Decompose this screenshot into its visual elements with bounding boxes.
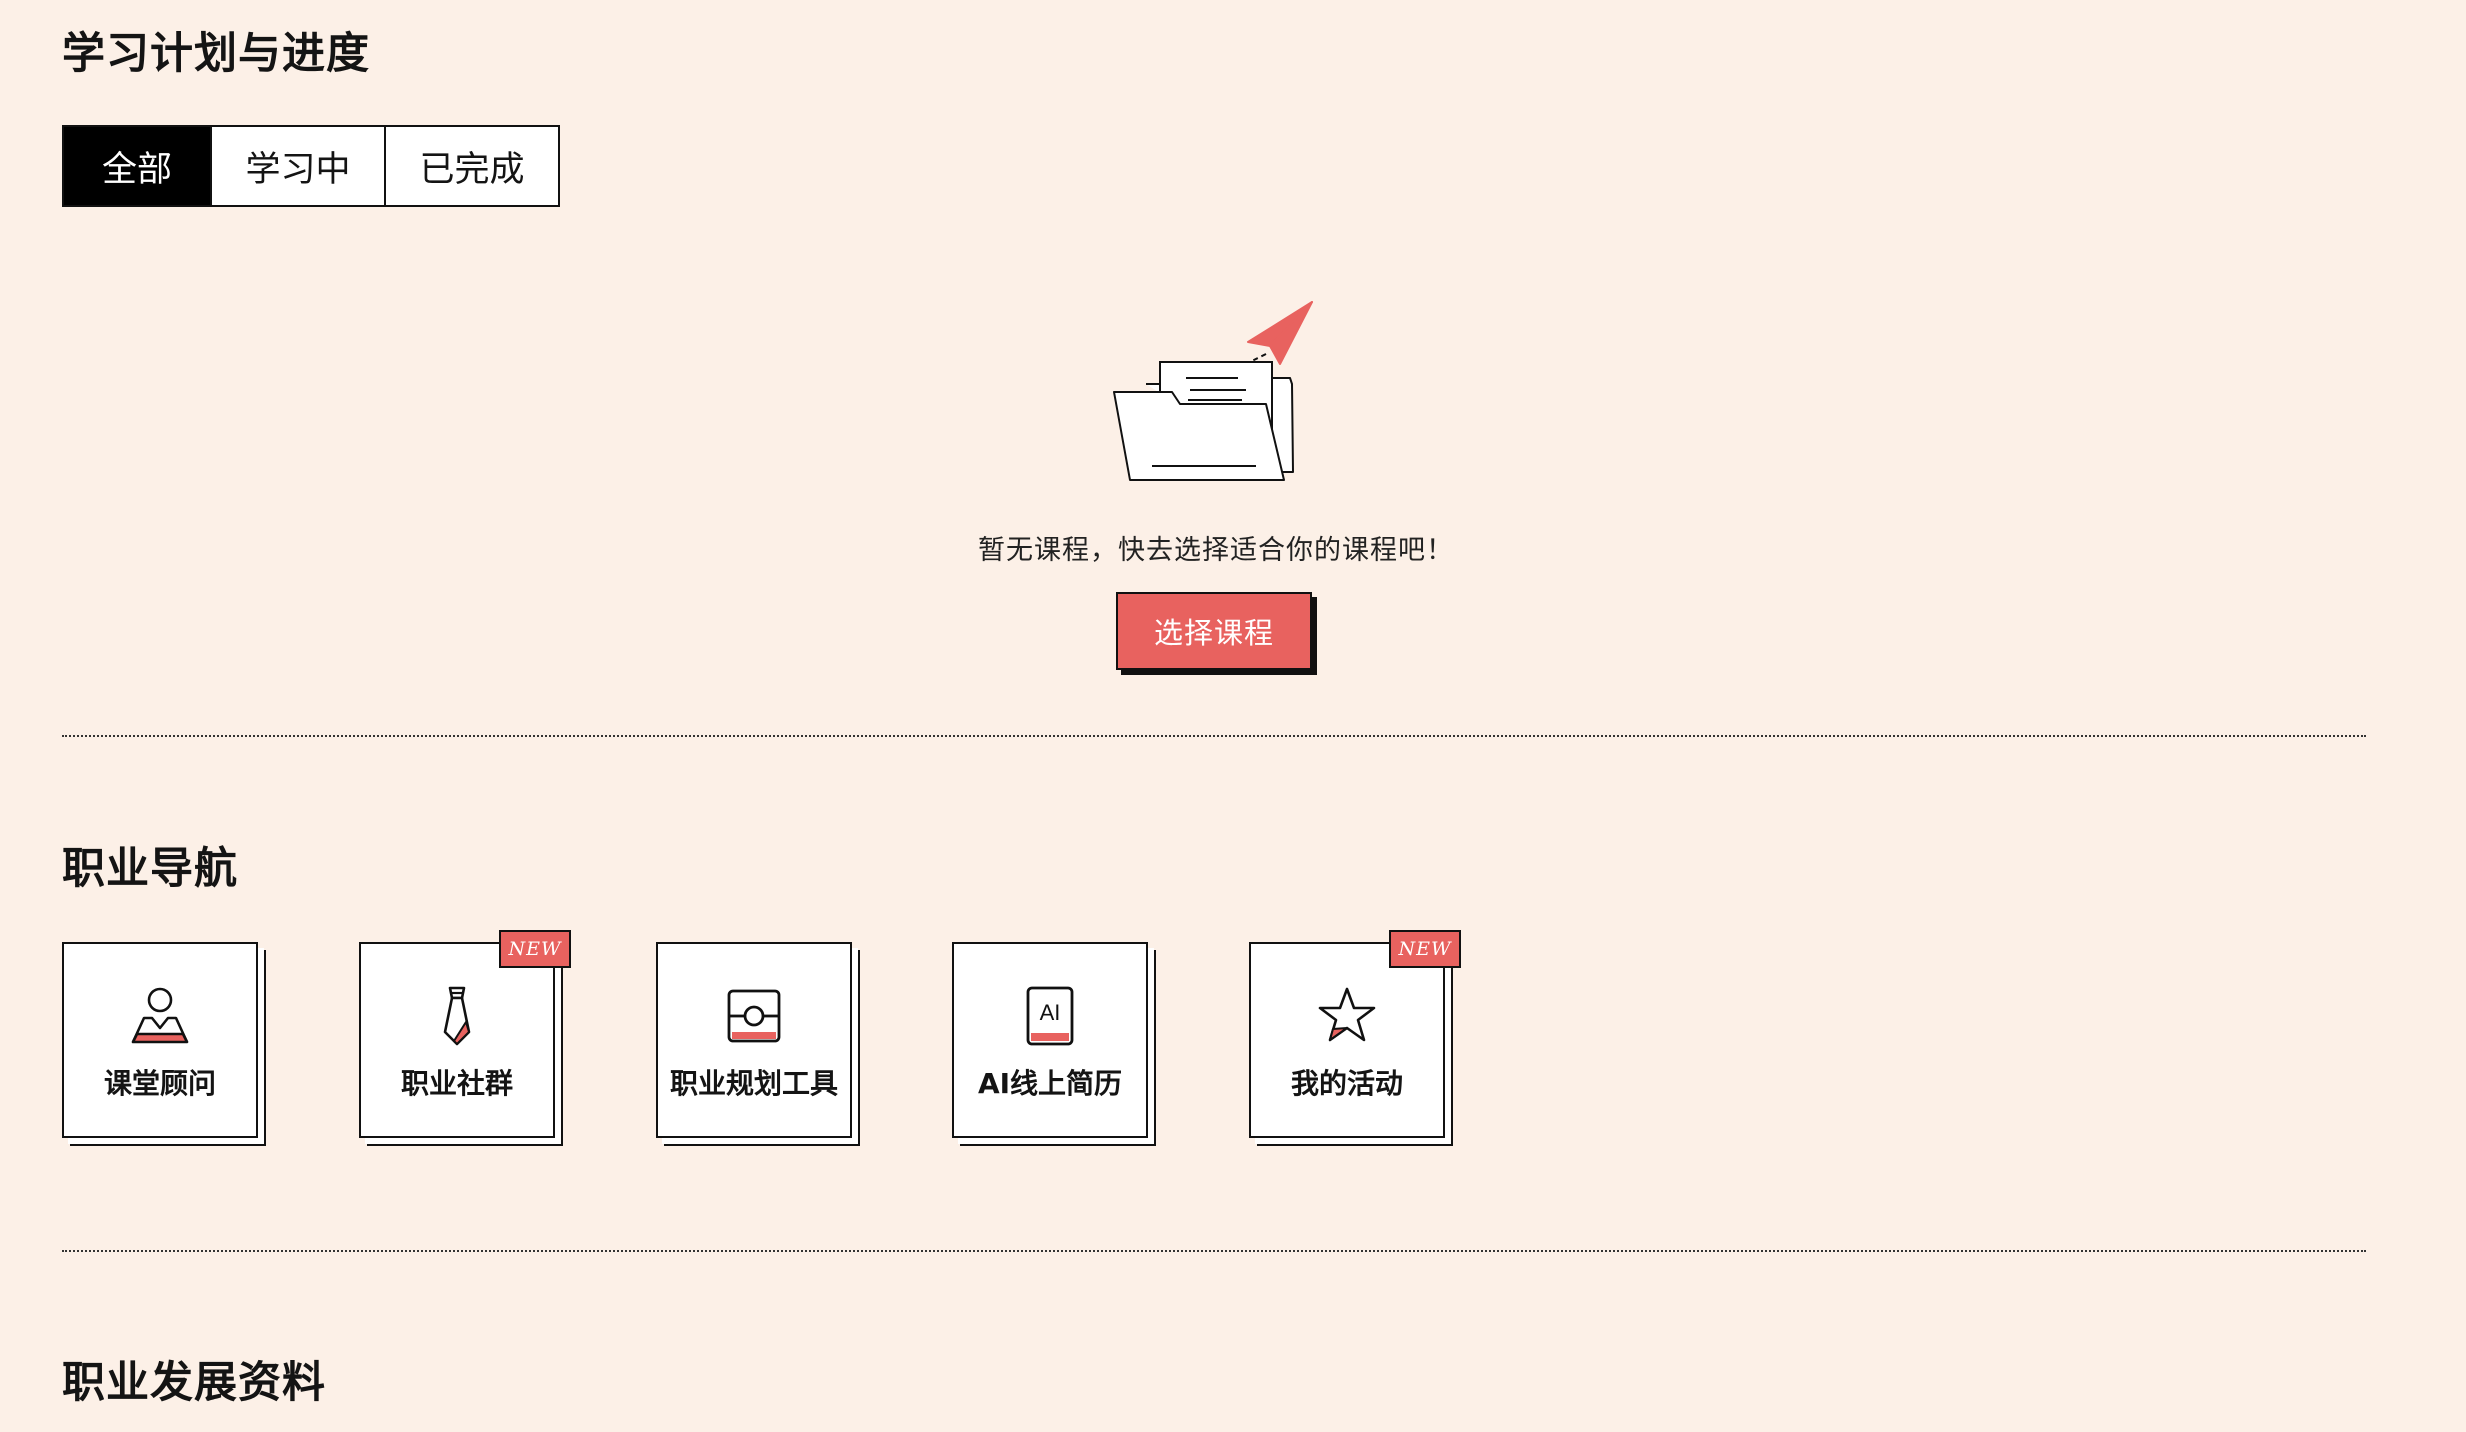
tie-icon [443, 986, 471, 1046]
nav-card-label: 课堂顾问 [103, 1067, 216, 1100]
nav-card-label: 职业规划工具 [669, 1067, 838, 1100]
ai-resume-icon: AI [1026, 986, 1074, 1046]
nav-card-label: AI线上简历 [977, 1067, 1123, 1100]
empty-state-message: 暂无课程，快去选择适合你的课程吧！ [978, 535, 1454, 566]
section-divider [62, 1250, 2366, 1252]
tab-learning[interactable]: 学习中 [210, 127, 384, 205]
nav-card-community[interactable]: NEW 职业社群 [359, 930, 571, 1138]
choose-course-button[interactable]: 选择课程 [1116, 592, 1312, 670]
nav-card-advisor[interactable]: 课堂顾问 [62, 942, 258, 1138]
nav-card-activities[interactable]: NEW 我的活动 [1249, 930, 1461, 1138]
plan-tabs: 全部 学习中 已完成 [62, 125, 560, 207]
advisor-icon [131, 987, 189, 1044]
new-badge: NEW [1389, 930, 1461, 968]
planner-icon [727, 989, 781, 1043]
career-nav-title: 职业导航 [62, 844, 238, 894]
star-icon [1318, 987, 1376, 1042]
tab-all[interactable]: 全部 [64, 127, 210, 205]
new-badge: NEW [499, 930, 571, 968]
nav-card-ai-resume[interactable]: AI AI线上简历 [952, 942, 1148, 1138]
nav-card-planning-tool[interactable]: 职业规划工具 [656, 942, 852, 1138]
nav-card-label: 我的活动 [1290, 1067, 1403, 1100]
svg-text:AI: AI [1040, 1000, 1061, 1025]
nav-card-label: 职业社群 [400, 1067, 513, 1100]
folder-paper-plane-icon [1113, 301, 1313, 481]
section-divider [62, 735, 2366, 737]
plan-section-title: 学习计划与进度 [62, 29, 370, 79]
tab-completed[interactable]: 已完成 [384, 127, 558, 205]
career-resources-title: 职业发展资料 [62, 1358, 326, 1408]
